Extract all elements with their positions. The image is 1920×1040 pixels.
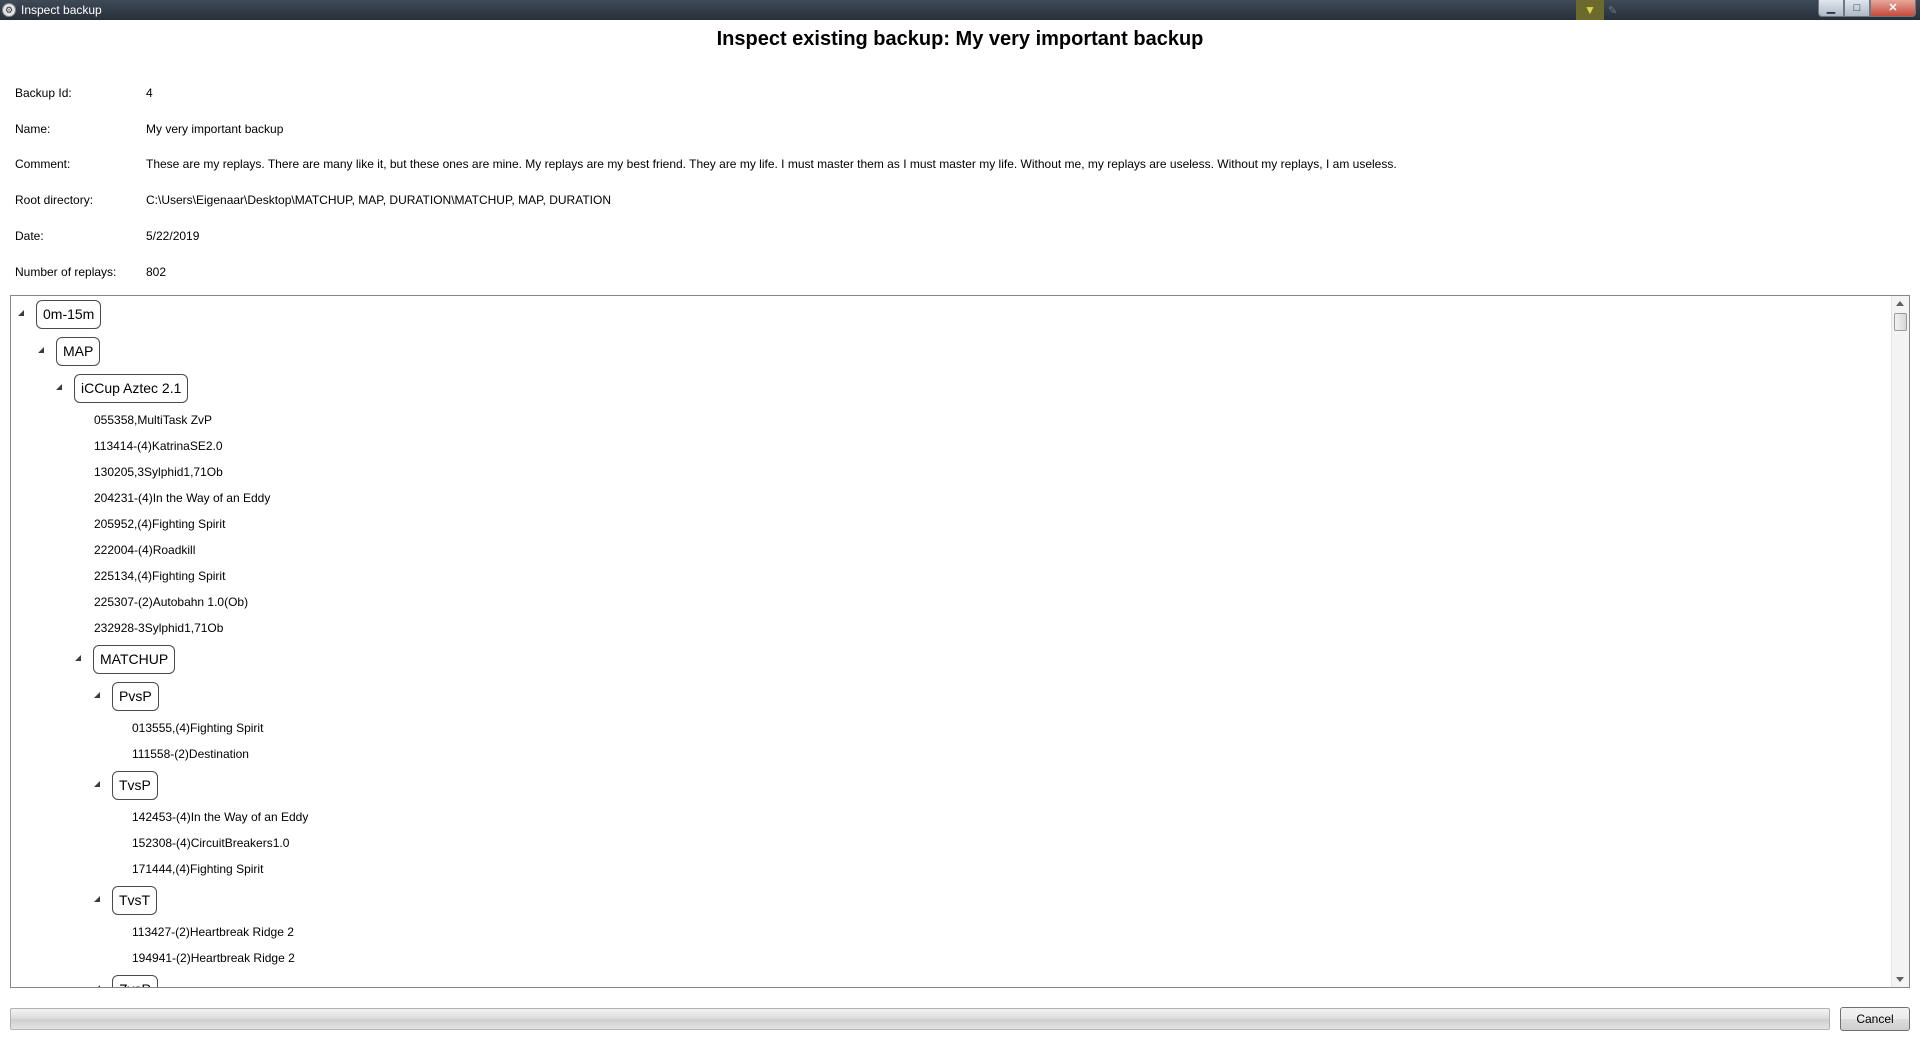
tree-node-duration[interactable]: 0m-15m [11,296,1891,333]
replay-file-item[interactable]: 225134,(4)Fighting Spirit [11,563,1891,589]
replay-file-name: 222004-(4)Roadkill [94,543,196,557]
tree-node-label[interactable]: TvsP [112,771,158,800]
collapse-arrow-icon[interactable] [94,692,100,698]
replay-file-item[interactable]: 113427-(2)Heartbreak Ridge 2 [11,919,1891,945]
tree-node-label[interactable]: TvsT [112,886,158,915]
replay-file-name: 232928-3Sylphid1,71Ob [94,621,224,635]
replay-file-item[interactable]: 205952,(4)Fighting Spirit [11,511,1891,537]
info-label: Root directory: [15,193,94,207]
replay-file-name: 225307-(2)Autobahn 1.0(Ob) [94,595,249,609]
info-label: Number of replays: [15,265,117,279]
collapse-arrow-icon[interactable] [94,985,100,987]
collapse-arrow-icon[interactable] [38,347,44,353]
tree-node-matchup[interactable]: MATCHUP [11,641,1891,678]
progress-bar [10,1008,1830,1030]
replay-file-name: 204231-(4)In the Way of an Eddy [94,491,271,505]
tree-node-label[interactable]: PvsP [112,682,159,711]
tree-node-map-aztec[interactable]: iCCup Aztec 2.1 [11,370,1891,407]
tree-vertical-scrollbar[interactable] [1891,296,1909,987]
minimize-button[interactable]: ▁ [1818,0,1844,17]
replay-file-item[interactable]: 130205,3Sylphid1,71Ob [11,459,1891,485]
tree-node-label[interactable]: MAP [56,337,101,366]
info-value: 5/22/2019 [146,229,200,243]
replay-file-name: 152308-(4)CircuitBreakers1.0 [132,836,290,850]
info-value: My very important backup [146,122,284,136]
background-window-icon: ✎ [1608,5,1618,17]
replay-file-name: 205952,(4)Fighting Spirit [94,517,226,531]
backup-tree-view[interactable]: 0m-15m MAP iCCup Aztec 2.1 055358,MultiT… [10,295,1910,988]
window-title-bar: ⚙ Inspect backup ▼ ✎ ▁ □ ✕ [0,0,1920,20]
info-label: Comment: [15,157,71,171]
scroll-up-arrow-icon[interactable] [1896,301,1904,306]
replay-file-name: 130205,3Sylphid1,71Ob [94,465,223,479]
info-label: Date: [15,229,44,243]
replay-file-item[interactable]: 225307-(2)Autobahn 1.0(Ob) [11,589,1891,615]
tree-content: 0m-15m MAP iCCup Aztec 2.1 055358,MultiT… [11,296,1891,987]
replay-file-name: 113427-(2)Heartbreak Ridge 2 [132,925,294,939]
replay-file-item[interactable]: 111558-(2)Destination [11,741,1891,767]
collapse-arrow-icon[interactable] [56,384,62,390]
replay-file-item[interactable]: 142453-(4)In the Way of an Eddy [11,804,1891,830]
info-value: 4 [146,86,153,100]
replay-file-name: 171444,(4)Fighting Spirit [132,862,264,876]
tree-node-map[interactable]: MAP [11,333,1891,370]
info-value: 802 [146,265,167,279]
tree-node-label[interactable]: 0m-15m [36,300,102,329]
replay-file-item[interactable]: 055358,MultiTask ZvP [11,407,1891,433]
replay-file-item[interactable]: 152308-(4)CircuitBreakers1.0 [11,830,1891,856]
scroll-down-arrow-icon[interactable] [1896,977,1904,982]
replay-file-item[interactable]: 171444,(4)Fighting Spirit [11,856,1891,882]
info-value: These are my replays. There are many lik… [146,157,1397,171]
window-controls: ▁ □ ✕ [1818,0,1916,18]
close-button[interactable]: ✕ [1870,0,1916,17]
tree-node-pvsp[interactable]: PvsP [11,678,1891,715]
tree-node-label[interactable]: iCCup Aztec 2.1 [74,374,189,403]
replay-file-name: 194941-(2)Heartbreak Ridge 2 [132,951,295,965]
replay-file-name: 013555,(4)Fighting Spirit [132,721,264,735]
maximize-button[interactable]: □ [1844,0,1870,17]
page-title: Inspect existing backup: My very importa… [716,28,1204,50]
app-icon: ⚙ [2,3,16,17]
replay-file-name: 225134,(4)Fighting Spirit [94,569,226,583]
tree-node-tvst[interactable]: TvsT [11,882,1891,919]
info-label: Name: [15,122,51,136]
collapse-arrow-icon[interactable] [75,655,81,661]
replay-file-item[interactable]: 232928-3Sylphid1,71Ob [11,615,1891,641]
replay-file-name: 113414-(4)KatrinaSE2.0 [94,439,223,453]
collapse-arrow-icon[interactable] [94,896,100,902]
collapse-arrow-icon[interactable] [94,781,100,787]
replay-file-item[interactable]: 204231-(4)In the Way of an Eddy [11,485,1891,511]
cancel-button[interactable]: Cancel [1840,1007,1910,1031]
replay-file-name: 055358,MultiTask ZvP [94,413,213,427]
replay-file-name: 111558-(2)Destination [132,747,249,761]
replay-file-item[interactable]: 222004-(4)Roadkill [11,537,1891,563]
collapse-arrow-icon[interactable] [18,310,24,316]
replay-file-item[interactable]: 113414-(4)KatrinaSE2.0 [11,433,1891,459]
tree-node-zvsp[interactable]: ZvsP [11,971,1891,987]
tree-node-label[interactable]: MATCHUP [93,645,176,674]
background-taskbar-icon: ▼ [1576,0,1604,20]
window-title: Inspect backup [21,3,102,17]
replay-file-item[interactable]: 194941-(2)Heartbreak Ridge 2 [11,945,1891,971]
replay-file-item[interactable]: 013555,(4)Fighting Spirit [11,715,1891,741]
info-value: C:\Users\Eigenaar\Desktop\MATCHUP, MAP, … [146,193,611,207]
tree-node-label[interactable]: ZvsP [112,975,158,987]
scrollbar-thumb[interactable] [1894,313,1907,331]
replay-file-name: 142453-(4)In the Way of an Eddy [132,810,309,824]
info-label: Backup Id: [15,86,72,100]
tree-node-tvsp[interactable]: TvsP [11,767,1891,804]
